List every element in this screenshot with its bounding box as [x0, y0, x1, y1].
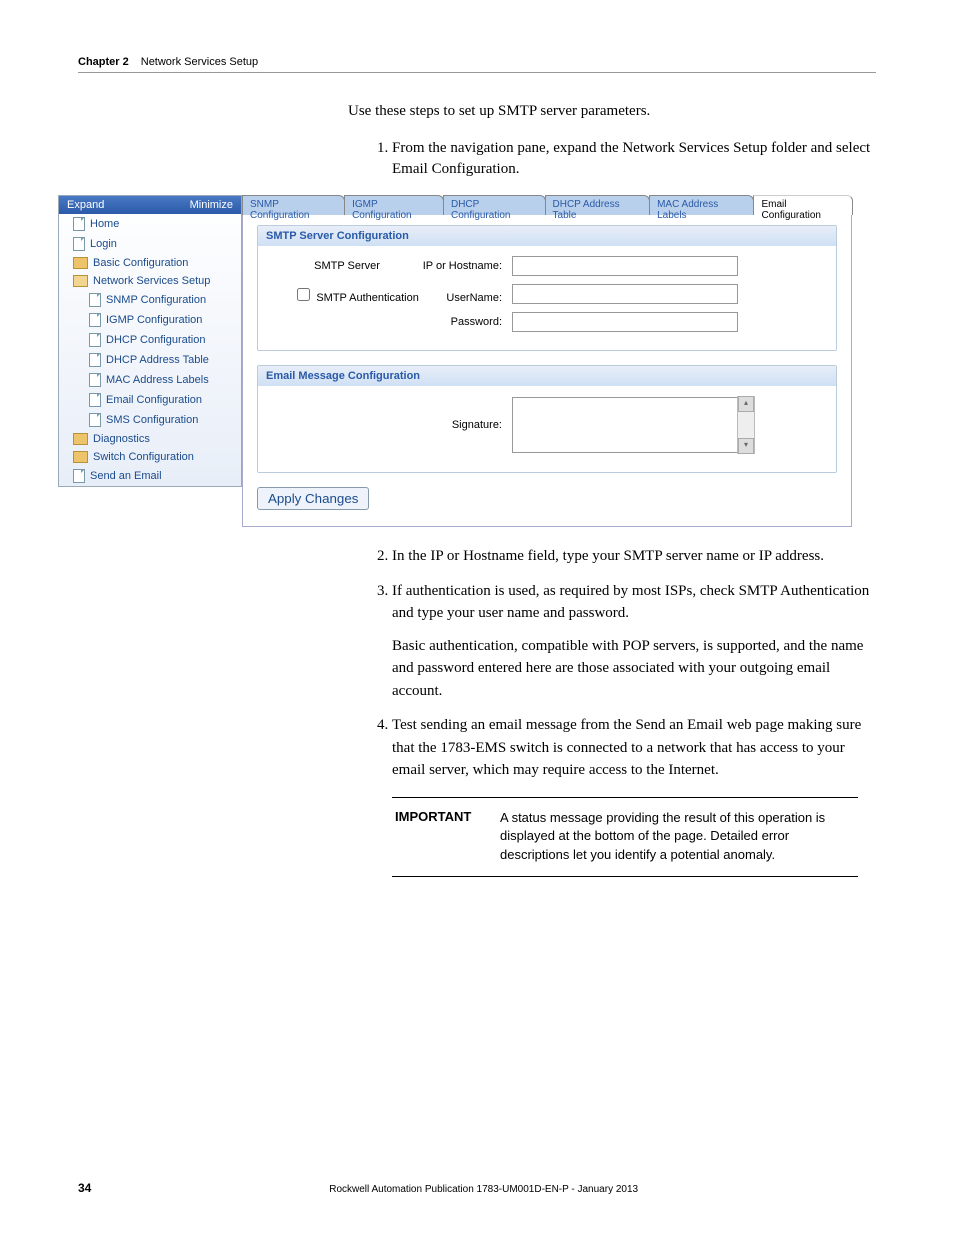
sidebar-item-login[interactable]: Login — [59, 234, 241, 254]
smtp-server-box: SMTP Server Configuration SMTP Server IP… — [257, 225, 837, 351]
apply-changes-button[interactable]: Apply Changes — [257, 487, 369, 510]
folder-icon — [73, 257, 88, 269]
minimize-button[interactable]: Minimize — [190, 199, 233, 211]
doc-icon — [89, 393, 101, 407]
chapter-label: Chapter 2 — [78, 56, 129, 68]
username-input[interactable] — [512, 284, 738, 304]
tab-igmp[interactable]: IGMP Configuration — [344, 195, 444, 215]
ip-hostname-input[interactable] — [512, 256, 738, 276]
sidebar-item-network-services[interactable]: Network Services Setup — [59, 272, 241, 290]
doc-icon — [89, 373, 101, 387]
step-4: Test sending an email message from the S… — [392, 714, 876, 782]
doc-icon — [73, 469, 85, 483]
page-number: 34 — [78, 1181, 91, 1195]
email-message-box: Email Message Configuration Signature:▴▾ — [257, 365, 837, 473]
tab-snmp[interactable]: SNMP Configuration — [242, 195, 345, 215]
sidebar-item-dhcp[interactable]: DHCP Configuration — [59, 330, 241, 350]
folder-open-icon — [73, 275, 88, 287]
nav-header: Expand Minimize — [59, 196, 241, 214]
scroll-up-icon[interactable]: ▴ — [738, 396, 754, 412]
step-2: In the IP or Hostname field, type your S… — [392, 545, 876, 568]
doc-icon — [89, 333, 101, 347]
important-label: IMPORTANT — [394, 808, 497, 867]
important-text: A status message providing the result of… — [499, 808, 856, 867]
sidebar-item-snmp[interactable]: SNMP Configuration — [59, 290, 241, 310]
expand-button[interactable]: Expand — [67, 199, 104, 211]
config-area: SNMP Configuration IGMP Configuration DH… — [242, 195, 852, 527]
sidebar-item-diagnostics[interactable]: Diagnostics — [59, 430, 241, 448]
sidebar-item-dhcp-table[interactable]: DHCP Address Table — [59, 350, 241, 370]
sidebar-item-sms-config[interactable]: SMS Configuration — [59, 410, 241, 430]
sidebar-item-mac-labels[interactable]: MAC Address Labels — [59, 370, 241, 390]
sidebar-item-home[interactable]: Home — [59, 214, 241, 234]
sidebar-item-send-email[interactable]: Send an Email — [59, 466, 241, 486]
smtp-server-label: SMTP Server IP or Hostname: — [272, 260, 512, 272]
intro-text: Use these steps to set up SMTP server pa… — [348, 103, 876, 120]
email-box-title: Email Message Configuration — [258, 366, 836, 386]
folder-icon — [73, 433, 88, 445]
doc-icon — [89, 413, 101, 427]
folder-icon — [73, 451, 88, 463]
step-1: From the navigation pane, expand the Net… — [392, 138, 876, 180]
important-callout: IMPORTANT A status message providing the… — [392, 797, 858, 878]
smtp-auth-checkbox[interactable] — [297, 288, 310, 301]
doc-icon — [73, 217, 85, 231]
doc-icon — [89, 293, 101, 307]
scrollbar[interactable]: ▴▾ — [737, 396, 755, 454]
signature-input[interactable] — [512, 397, 738, 453]
doc-icon — [73, 237, 85, 251]
doc-icon — [89, 353, 101, 367]
tab-dhcp-table[interactable]: DHCP Address Table — [545, 195, 651, 215]
scroll-down-icon[interactable]: ▾ — [738, 438, 754, 454]
step-3-note: Basic authentication, compatible with PO… — [392, 635, 876, 703]
signature-label: Signature: — [272, 419, 512, 431]
sidebar-item-basic-config[interactable]: Basic Configuration — [59, 254, 241, 272]
screenshot-ui: Expand Minimize Home Login Basic Configu… — [58, 195, 876, 527]
tab-email-config[interactable]: Email Configuration — [753, 195, 853, 215]
sidebar-item-igmp[interactable]: IGMP Configuration — [59, 310, 241, 330]
tab-bar: SNMP Configuration IGMP Configuration DH… — [242, 195, 852, 215]
password-input[interactable] — [512, 312, 738, 332]
publication-info: Rockwell Automation Publication 1783-UM0… — [329, 1184, 638, 1195]
sidebar-item-switch-config[interactable]: Switch Configuration — [59, 448, 241, 466]
smtp-auth-label: SMTP Authentication UserName: — [272, 285, 512, 304]
sidebar-item-email-config[interactable]: Email Configuration — [59, 390, 241, 410]
doc-icon — [89, 313, 101, 327]
tab-dhcp[interactable]: DHCP Configuration — [443, 195, 546, 215]
tab-mac-labels[interactable]: MAC Address Labels — [649, 195, 754, 215]
chapter-title: Network Services Setup — [141, 56, 258, 68]
password-label: Password: — [272, 316, 512, 328]
smtp-box-title: SMTP Server Configuration — [258, 226, 836, 246]
step-3: If authentication is used, as required b… — [392, 580, 876, 703]
nav-pane: Expand Minimize Home Login Basic Configu… — [58, 195, 242, 487]
